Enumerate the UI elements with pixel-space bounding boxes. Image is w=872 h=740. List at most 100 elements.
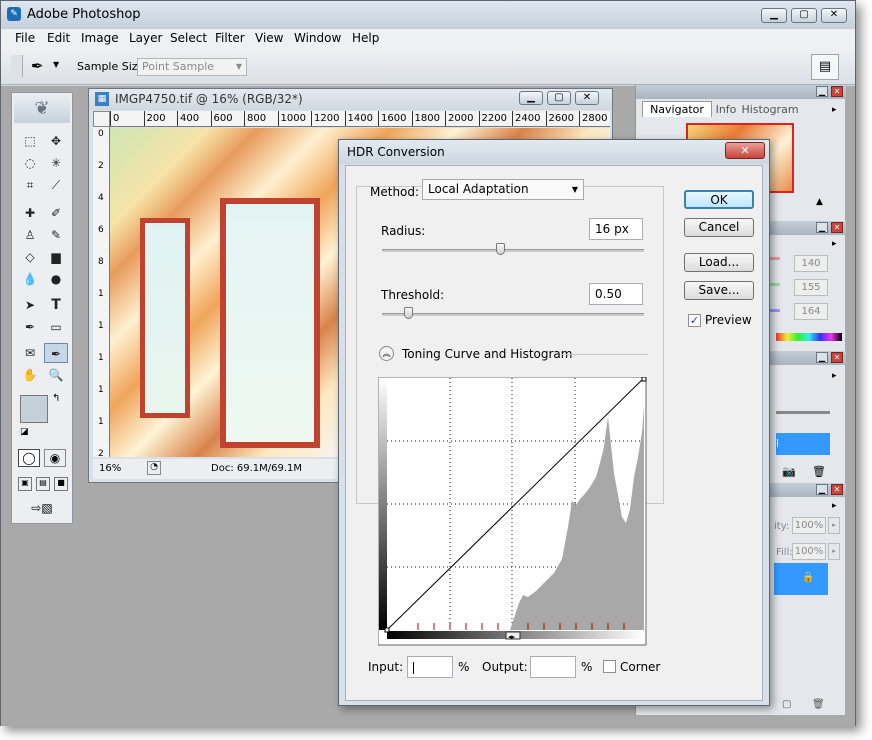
toning-curve-histogram[interactable]: ◂▸: [378, 377, 648, 647]
dialog-close-button[interactable]: ✕: [725, 142, 765, 159]
eyedropper-tool-icon[interactable]: ✒: [31, 57, 44, 75]
corner-checkbox[interactable]: [603, 660, 616, 673]
notes-tool-icon[interactable]: ✉: [18, 343, 42, 363]
delete-layer-icon[interactable]: 🗑: [812, 699, 825, 710]
history-minimize-icon[interactable]: ▁: [816, 352, 828, 363]
layer-row-selected[interactable]: 🔒: [774, 563, 828, 595]
zoom-level[interactable]: 16%: [99, 463, 121, 474]
standard-mode-icon[interactable]: ◯: [18, 449, 40, 467]
feather-logo-icon[interactable]: ❦: [14, 95, 70, 123]
doc-maximize-button[interactable]: ▢: [547, 91, 571, 105]
opacity-arrow-icon[interactable]: ▸: [828, 517, 840, 534]
color-close-icon[interactable]: ✕: [831, 222, 843, 233]
color-ramp[interactable]: [776, 333, 842, 341]
eyedropper-toolbox-icon[interactable]: ✒: [44, 343, 68, 363]
ruler-origin[interactable]: [93, 111, 110, 127]
full-screen-icon[interactable]: ■: [54, 477, 68, 491]
dodge-tool-icon[interactable]: ●: [44, 269, 68, 289]
palette-well-icon[interactable]: ▤: [811, 54, 839, 80]
menu-image[interactable]: Image: [81, 31, 119, 45]
history-menu-icon[interactable]: ▸: [832, 371, 837, 381]
radius-slider-track[interactable]: [382, 249, 644, 252]
maximize-button[interactable]: ▢: [791, 8, 817, 23]
preview-checkbox[interactable]: ✓: [688, 314, 701, 327]
method-select[interactable]: Local Adaptation ▼: [422, 179, 584, 200]
doc-minimize-button[interactable]: ▁: [519, 91, 543, 105]
fill-arrow-icon[interactable]: ▸: [828, 543, 840, 560]
brush-tool-icon[interactable]: ✐: [44, 203, 68, 223]
history-brush-icon[interactable]: ✎: [44, 225, 68, 245]
navigator-close-icon[interactable]: ✕: [831, 86, 843, 97]
magic-wand-icon[interactable]: ✳: [44, 153, 68, 173]
menu-window[interactable]: Window: [294, 31, 341, 45]
layers-close-icon[interactable]: ✕: [831, 484, 843, 495]
tab-navigator[interactable]: Navigator: [642, 101, 712, 117]
eraser-tool-icon[interactable]: ◇: [18, 247, 42, 267]
default-colors-icon[interactable]: ◪: [20, 427, 29, 437]
blur-tool-icon[interactable]: 💧: [18, 269, 42, 289]
radius-slider-thumb[interactable]: [495, 243, 505, 255]
blue-value-field[interactable]: 164: [794, 303, 828, 320]
menu-edit[interactable]: Edit: [47, 31, 70, 45]
save-button[interactable]: Save...: [684, 281, 754, 300]
tab-histogram[interactable]: Histogram: [740, 103, 800, 117]
layers-minimize-icon[interactable]: ▁: [816, 484, 828, 495]
minimize-button[interactable]: ▁: [761, 8, 787, 23]
zoom-in-icon[interactable]: ▲: [816, 197, 823, 207]
radius-input[interactable]: 16 px: [589, 218, 643, 240]
color-menu-icon[interactable]: ▸: [832, 239, 837, 249]
move-tool-icon[interactable]: ✥: [44, 131, 68, 151]
hand-tool-icon[interactable]: ✋: [18, 365, 42, 385]
doc-close-button[interactable]: ✕: [575, 91, 599, 105]
full-screen-menu-icon[interactable]: ▤: [36, 477, 50, 491]
menu-select[interactable]: Select: [170, 31, 207, 45]
tool-preset-dropdown-icon[interactable]: ▼: [53, 60, 59, 69]
load-button[interactable]: Load...: [684, 253, 754, 272]
menu-help[interactable]: Help: [352, 31, 379, 45]
path-selection-icon[interactable]: ➤: [18, 295, 42, 315]
standard-screen-icon[interactable]: ▣: [18, 477, 32, 491]
green-value-field[interactable]: 155: [794, 279, 828, 296]
menu-view[interactable]: View: [255, 31, 283, 45]
threshold-input[interactable]: 0.50: [589, 283, 643, 305]
navigator-panel-header[interactable]: ▁ ✕: [636, 85, 846, 99]
healing-brush-icon[interactable]: ✚: [18, 203, 42, 223]
horizontal-ruler[interactable]: 0 200 400 600 800 1000 1200 1400 1600 1800 2000 220…: [110, 111, 610, 127]
layers-menu-icon[interactable]: ▸: [832, 501, 837, 511]
navigator-minimize-icon[interactable]: ▁: [816, 86, 828, 97]
close-button[interactable]: ✕: [821, 8, 847, 23]
slice-tool-icon[interactable]: ⟋: [44, 175, 68, 195]
pen-tool-icon[interactable]: ✒: [18, 317, 42, 337]
collapse-toggle-icon[interactable]: ︽: [379, 346, 394, 361]
ok-button[interactable]: OK: [684, 190, 754, 209]
red-value-field[interactable]: 140: [794, 255, 828, 272]
vertical-ruler[interactable]: 0 2 4 6 8 1 1 1 1 1 2: [93, 127, 110, 457]
output-field[interactable]: [530, 656, 576, 678]
history-trash-icon[interactable]: 🗑: [812, 465, 826, 478]
gradient-tool-icon[interactable]: ▆: [44, 247, 68, 267]
history-snapshot-icon[interactable]: 📷: [782, 465, 796, 478]
foreground-color-swatch[interactable]: [20, 395, 48, 423]
sample-size-select[interactable]: Point Sample ▼: [137, 58, 247, 76]
cancel-button[interactable]: Cancel: [684, 218, 754, 237]
history-close-icon[interactable]: ✕: [831, 352, 843, 363]
input-field[interactable]: [407, 656, 453, 678]
clone-stamp-icon[interactable]: ♙: [18, 225, 42, 245]
new-layer-icon[interactable]: ▢: [782, 699, 791, 710]
options-grip[interactable]: [11, 55, 23, 77]
threshold-slider-track[interactable]: [382, 313, 644, 316]
zoom-tool-icon[interactable]: 🔍: [44, 365, 68, 385]
history-selected-state[interactable]: l: [776, 433, 830, 455]
shape-tool-icon[interactable]: ▭: [44, 317, 68, 337]
crop-tool-icon[interactable]: ⌗: [18, 175, 42, 195]
lasso-tool-icon[interactable]: ◌: [18, 153, 42, 173]
menu-filter[interactable]: Filter: [215, 31, 245, 45]
opacity-field[interactable]: 100%: [792, 517, 826, 534]
marquee-tool-icon[interactable]: ⬚: [18, 131, 42, 151]
swap-colors-icon[interactable]: ↰: [52, 393, 60, 404]
menu-layer[interactable]: Layer: [129, 31, 162, 45]
quick-mask-icon[interactable]: ◉: [44, 449, 66, 467]
jump-to-imageready-icon[interactable]: ⇨▧: [20, 501, 64, 519]
type-tool-icon[interactable]: T: [44, 295, 68, 315]
fill-field[interactable]: 100%: [792, 543, 826, 560]
